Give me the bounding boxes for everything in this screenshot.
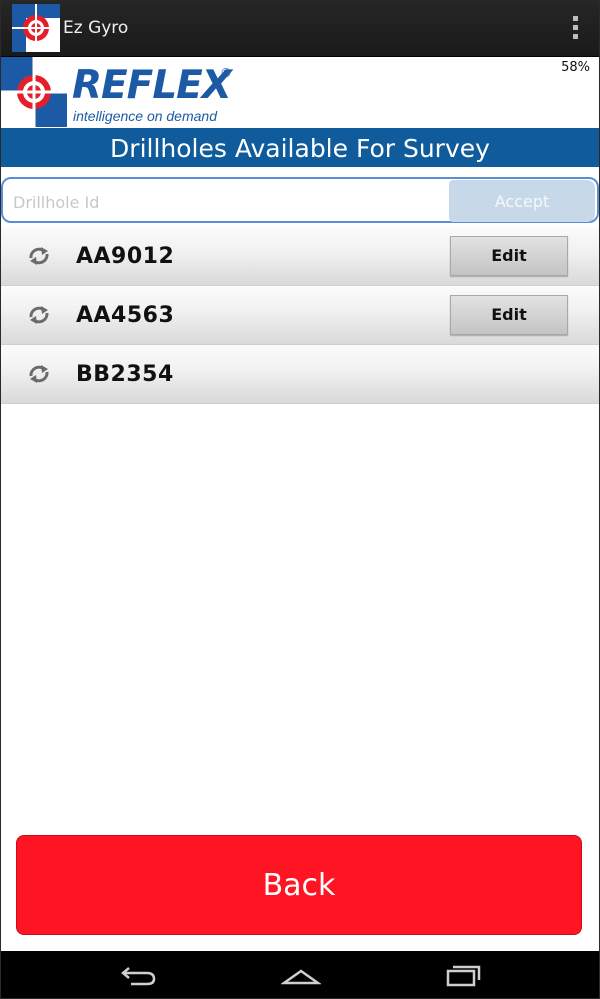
drillhole-list: AA9012 Edit Drillhole AA4563 Edit Drillh… [1,227,599,404]
battery-level: 58% [561,60,590,75]
edit-drillhole-button[interactable]: Edit Drillhole [450,295,568,362]
drillhole-search-row: Accept [1,177,599,223]
page-title: Drillholes Available For Survey [1,128,599,167]
brand-header: REFLEX ® intelligence on demand 58% [1,57,599,128]
home-icon[interactable] [281,963,321,987]
list-item[interactable]: BB2354 [1,345,599,404]
registered-mark: ® [220,66,232,80]
overflow-menu-icon[interactable] [569,16,581,42]
app-screen: Ez Gyro REFLEX ® intelligence on demand … [1,1,599,998]
reflex-logo-icon [1,57,67,127]
drillhole-id: BB2354 [76,362,174,387]
list-item[interactable]: AA9012 Edit Drillhole [1,227,599,303]
sync-icon [29,247,49,265]
action-bar: Ez Gyro [1,1,599,57]
logo-wordmark: REFLEX [72,63,232,108]
sync-icon [29,365,49,383]
logo-tagline: intelligence on demand [73,108,217,124]
recent-apps-icon[interactable] [444,963,484,987]
app-title: Ez Gyro [63,18,129,38]
sync-icon [29,306,49,324]
drillhole-id: AA9012 [76,244,175,269]
back-button[interactable]: Back [16,835,582,935]
drillhole-id: AA4563 [76,303,175,328]
accept-button[interactable]: Accept [449,180,595,222]
app-logo-icon[interactable] [12,4,60,52]
system-nav-bar [1,951,599,998]
back-icon[interactable] [119,963,159,987]
drillhole-id-input[interactable] [11,185,445,219]
edit-drillhole-button[interactable]: Edit Drillhole [450,236,568,303]
list-item[interactable]: AA4563 Edit Drillhole [1,286,599,362]
